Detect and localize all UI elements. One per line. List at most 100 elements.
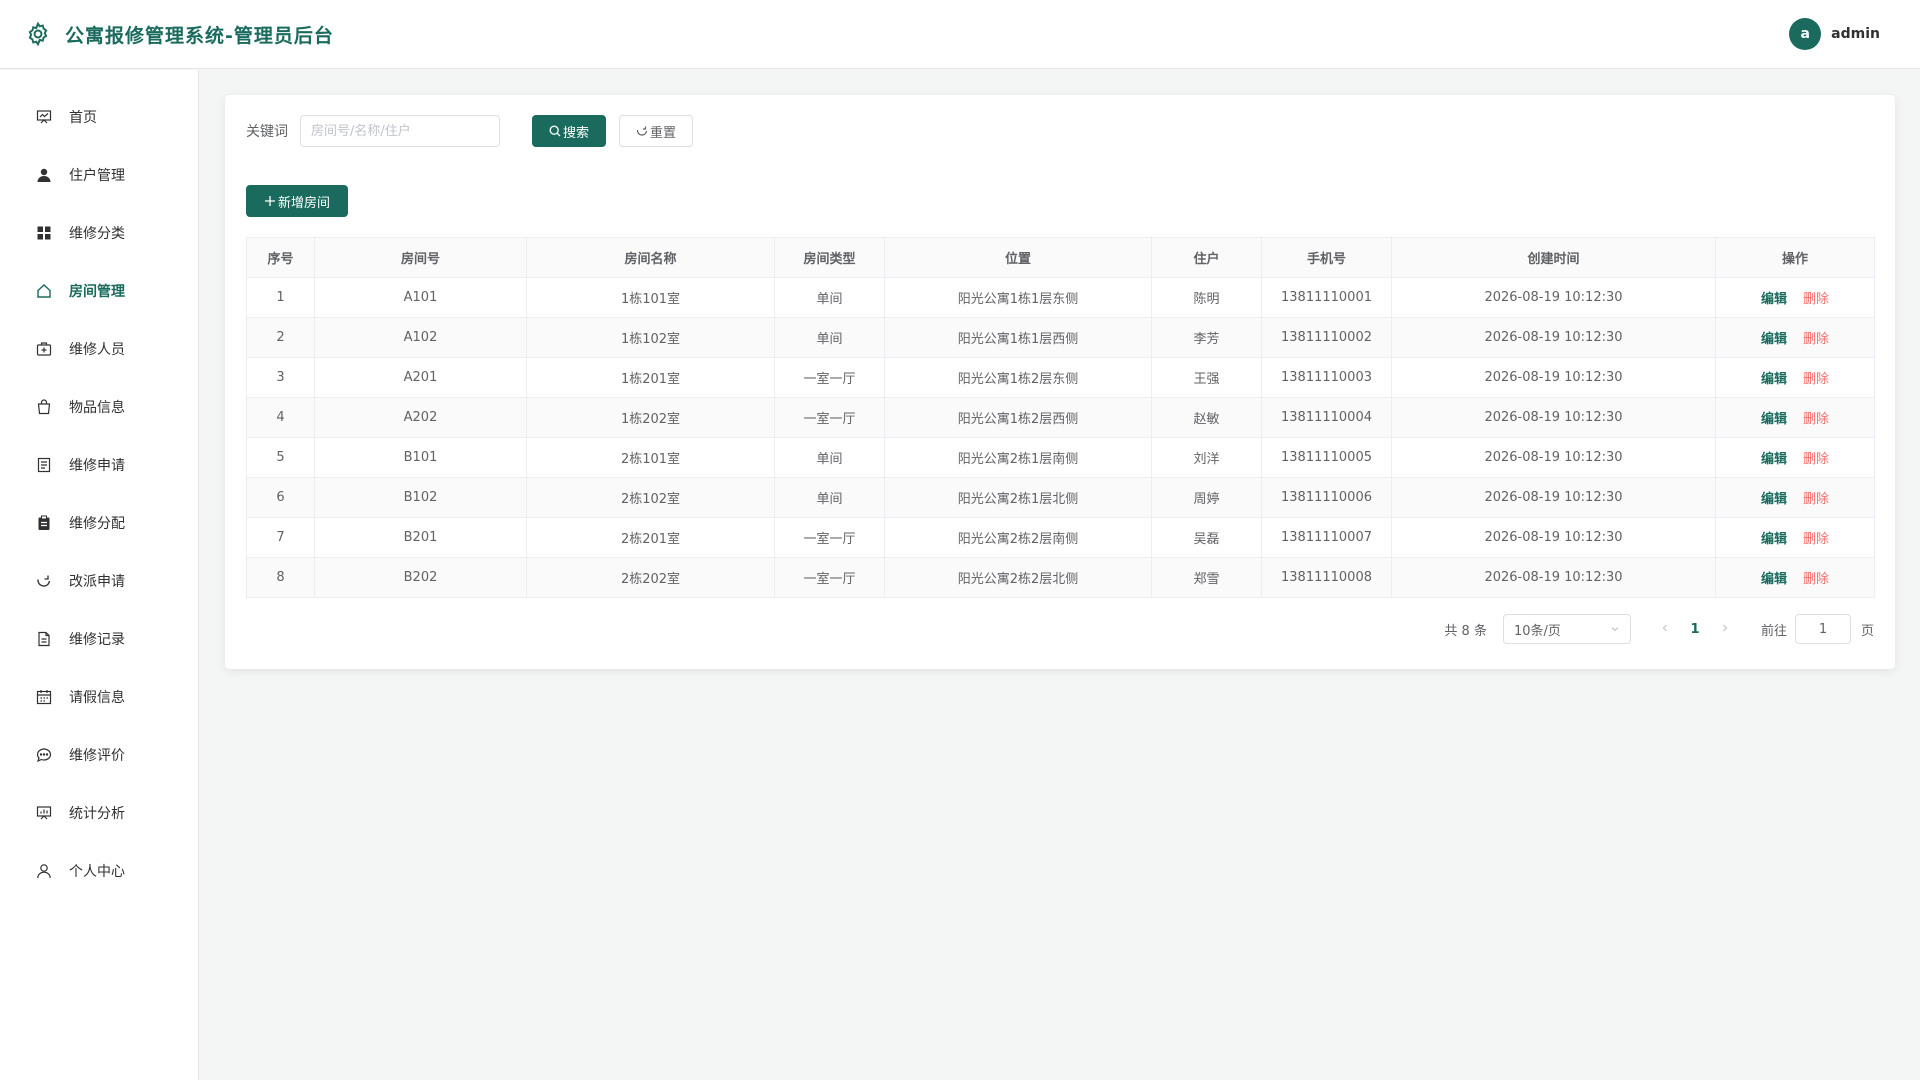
next-page-button[interactable] — [1711, 622, 1739, 637]
prev-page-button[interactable] — [1651, 622, 1679, 637]
table-cell: 6 — [246, 477, 315, 518]
table-cell: 1栋102室 — [526, 317, 775, 358]
column-header: 房间名称 — [526, 237, 775, 278]
sidebar-item-residents[interactable]: 住户管理 — [0, 146, 198, 204]
actions-cell: 编辑 删除 — [1715, 397, 1875, 438]
table-cell: 1 — [246, 277, 315, 318]
table-cell: 13811110001 — [1261, 277, 1392, 318]
table-cell: 吴磊 — [1151, 517, 1262, 558]
sidebar-item-label: 请假信息 — [69, 690, 125, 706]
sidebar-item-leave-info[interactable]: 请假信息 — [0, 668, 198, 726]
keyword-label: 关键词 — [246, 124, 288, 140]
edit-button[interactable]: 编辑 — [1761, 532, 1787, 547]
table-cell: 李芳 — [1151, 317, 1262, 358]
chevron-right-icon — [1723, 624, 1728, 631]
sidebar-item-repair-reviews[interactable]: 维修评价 — [0, 726, 198, 784]
sidebar-item-label: 维修分类 — [69, 226, 125, 242]
page-number-current[interactable]: 1 — [1679, 622, 1711, 637]
actions-cell: 编辑 删除 — [1715, 477, 1875, 518]
page-size-select[interactable]: 10条/页 — [1502, 614, 1631, 644]
actions-cell: 编辑 删除 — [1715, 277, 1875, 318]
chevron-down-icon — [1611, 627, 1619, 632]
sidebar-item-label: 维修分配 — [69, 516, 125, 532]
column-header: 住户 — [1151, 237, 1262, 278]
username[interactable]: admin — [1831, 26, 1880, 42]
edit-button[interactable]: 编辑 — [1761, 452, 1787, 467]
total-count: 共 8 条 — [1444, 623, 1487, 639]
delete-button[interactable]: 删除 — [1803, 412, 1829, 427]
goto-label: 前往 — [1760, 623, 1787, 639]
table-row: 1 A101 1栋101室 单间 阳光公寓1栋1层东侧 陈明 13811110001 2026… — [246, 277, 1875, 318]
reset-button[interactable]: 重置 — [619, 115, 693, 147]
calendar-icon — [35, 688, 53, 706]
table-cell: 1栋201室 — [526, 357, 775, 398]
column-header: 创建时间 — [1391, 237, 1716, 278]
sidebar-item-repair-staff[interactable]: 维修人员 — [0, 320, 198, 378]
table-row: 2 A102 1栋102室 单间 阳光公寓1栋1层西侧 李芳 13811110002 2026… — [246, 317, 1875, 358]
rooms-table: 序号 房间号 房间名称 房间类型 位置 住户 手机号 创建时间 操作 1 A101… — [246, 237, 1875, 598]
sidebar-item-items[interactable]: 物品信息 — [0, 378, 198, 436]
table-cell: 1栋202室 — [526, 397, 775, 438]
delete-button[interactable]: 删除 — [1803, 292, 1829, 307]
actions-cell: 编辑 删除 — [1715, 317, 1875, 358]
actions-cell: 编辑 删除 — [1715, 517, 1875, 558]
table-cell: B201 — [314, 517, 527, 558]
column-header: 房间号 — [314, 237, 527, 278]
edit-button[interactable]: 编辑 — [1761, 332, 1787, 347]
avatar[interactable]: a — [1789, 18, 1822, 50]
main-content: 关键词 搜索 重置 新增房间 序号 房间号 — [200, 70, 1920, 1080]
table-cell: 2栋102室 — [526, 477, 775, 518]
table-cell: 13811110005 — [1261, 437, 1392, 478]
delete-button[interactable]: 删除 — [1803, 332, 1829, 347]
table-cell: 13811110006 — [1261, 477, 1392, 518]
user-menu[interactable]: a admin — [1789, 18, 1880, 50]
goto-page-input[interactable] — [1794, 614, 1851, 644]
table-cell: 2栋101室 — [526, 437, 775, 478]
delete-button[interactable]: 删除 — [1803, 372, 1829, 387]
edit-button[interactable]: 编辑 — [1761, 292, 1787, 307]
delete-button[interactable]: 删除 — [1803, 492, 1829, 507]
table-header-row: 序号 房间号 房间名称 房间类型 位置 住户 手机号 创建时间 操作 — [246, 237, 1875, 278]
search-icon — [549, 125, 561, 137]
search-button[interactable]: 搜索 — [532, 115, 606, 147]
table-cell: 2026-08-19 10:12:30 — [1391, 397, 1716, 438]
table-cell: 13811110002 — [1261, 317, 1392, 358]
table-cell: A202 — [314, 397, 527, 438]
table-cell: 阳光公寓2栋1层北侧 — [884, 477, 1152, 518]
sidebar-item-rooms[interactable]: 房间管理 — [0, 262, 198, 320]
delete-button[interactable]: 删除 — [1803, 452, 1829, 467]
edit-button[interactable]: 编辑 — [1761, 412, 1787, 427]
chart-board-icon — [35, 804, 53, 822]
table-cell: 刘洋 — [1151, 437, 1262, 478]
sidebar-item-repair-requests[interactable]: 维修申请 — [0, 436, 198, 494]
sidebar-item-repair-records[interactable]: 维修记录 — [0, 610, 198, 668]
search-input[interactable] — [300, 115, 500, 147]
sidebar-item-label: 物品信息 — [69, 400, 125, 416]
edit-button[interactable]: 编辑 — [1761, 372, 1787, 387]
sidebar-item-repair-assignment[interactable]: 维修分配 — [0, 494, 198, 552]
table-cell: 阳光公寓1栋2层西侧 — [884, 397, 1152, 438]
table-cell: A101 — [314, 277, 527, 318]
house-icon — [35, 282, 53, 300]
table-cell: 陈明 — [1151, 277, 1262, 318]
column-header: 位置 — [884, 237, 1152, 278]
table-cell: 2026-08-19 10:12:30 — [1391, 557, 1716, 598]
actions-cell: 编辑 删除 — [1715, 557, 1875, 598]
delete-button[interactable]: 删除 — [1803, 532, 1829, 547]
sidebar-item-home[interactable]: 首页 — [0, 88, 198, 146]
edit-button[interactable]: 编辑 — [1761, 572, 1787, 587]
sidebar-item-label: 维修人员 — [69, 342, 125, 358]
sidebar-item-repair-categories[interactable]: 维修分类 — [0, 204, 198, 262]
actions-cell: 编辑 删除 — [1715, 437, 1875, 478]
table-cell: 郑雪 — [1151, 557, 1262, 598]
chat-icon — [35, 746, 53, 764]
sidebar-item-profile[interactable]: 个人中心 — [0, 842, 198, 900]
sidebar-item-statistics[interactable]: 统计分析 — [0, 784, 198, 842]
sidebar-item-reassign-requests[interactable]: 改派申请 — [0, 552, 198, 610]
add-room-button[interactable]: 新增房间 — [246, 185, 348, 217]
delete-button[interactable]: 删除 — [1803, 572, 1829, 587]
sidebar-item-label: 房间管理 — [69, 284, 125, 300]
shopping-bag-icon — [35, 398, 53, 416]
table-cell: 阳光公寓1栋1层东侧 — [884, 277, 1152, 318]
edit-button[interactable]: 编辑 — [1761, 492, 1787, 507]
